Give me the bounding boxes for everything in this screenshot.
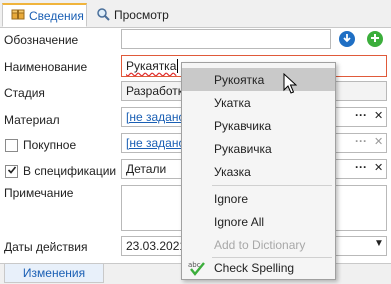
suggestion-item[interactable]: Рукавчика bbox=[182, 114, 335, 137]
tab-preview-label: Просмотр bbox=[114, 8, 169, 22]
suggestion-item[interactable]: Указка bbox=[182, 160, 335, 183]
material-clear-button[interactable]: ✕ bbox=[374, 109, 383, 122]
material-ellipsis-button[interactable]: ··· bbox=[355, 108, 367, 122]
check-spelling-label: Check Spelling bbox=[214, 260, 295, 275]
arrow-down-button[interactable] bbox=[339, 31, 355, 47]
tab-details-label: Сведения bbox=[29, 8, 84, 23]
tab-details[interactable]: Сведения bbox=[2, 3, 87, 27]
dates-dropdown-icon[interactable]: ▼ bbox=[374, 238, 384, 249]
designation-field[interactable] bbox=[121, 29, 331, 49]
plus-icon bbox=[370, 32, 380, 46]
note-label: Примечание bbox=[4, 186, 74, 200]
tab-preview[interactable]: Просмотр bbox=[88, 3, 188, 27]
purchased-link[interactable]: [не задано] bbox=[126, 136, 188, 150]
material-label: Материал bbox=[4, 113, 60, 127]
dates-label: Даты действия bbox=[4, 240, 88, 254]
magnifier-icon bbox=[96, 7, 110, 24]
purchased-checkbox[interactable] bbox=[5, 139, 18, 152]
menu-separator bbox=[212, 185, 332, 186]
check-spelling-icon: abc bbox=[188, 259, 206, 279]
arrow-down-icon bbox=[342, 32, 352, 46]
name-label: Наименование bbox=[4, 60, 88, 74]
purchased-clear-button[interactable]: ✕ bbox=[374, 135, 383, 148]
name-value: Рукаятка bbox=[126, 59, 177, 73]
material-link[interactable]: [не задано] bbox=[126, 110, 188, 124]
suggestion-item[interactable]: Рукоятка bbox=[182, 68, 335, 91]
stage-label: Стадия bbox=[4, 86, 45, 100]
purchased-label: Покупное bbox=[23, 138, 77, 152]
in-spec-ellipsis-button[interactable]: ··· bbox=[355, 160, 367, 174]
in-spec-clear-button[interactable]: ✕ bbox=[374, 161, 383, 174]
check-spelling-item[interactable]: abc Check Spelling bbox=[182, 256, 335, 279]
add-button[interactable] bbox=[367, 31, 383, 47]
text-cursor bbox=[177, 59, 179, 73]
suggestion-item[interactable]: Рукавичка bbox=[182, 137, 335, 160]
in-spec-label: В спецификации bbox=[23, 164, 117, 178]
add-to-dictionary-item: Add to Dictionary bbox=[214, 237, 306, 252]
ignore-all-item[interactable]: Ignore All bbox=[182, 210, 335, 233]
mouse-pointer-icon bbox=[283, 72, 298, 98]
ignore-item[interactable]: Ignore bbox=[182, 187, 335, 210]
purchased-ellipsis-button[interactable]: ··· bbox=[355, 134, 367, 148]
in-spec-checkbox[interactable] bbox=[5, 165, 18, 178]
suggestion-item[interactable]: Укатка bbox=[182, 91, 335, 114]
designation-label: Обозначение bbox=[4, 33, 79, 47]
spellcheck-context-menu: Рукоятка Укатка Рукавчика Рукавичка Указ… bbox=[181, 62, 336, 280]
box-icon bbox=[11, 7, 25, 24]
checkmark-icon bbox=[7, 165, 17, 178]
tab-changes[interactable]: Изменения bbox=[4, 263, 104, 283]
